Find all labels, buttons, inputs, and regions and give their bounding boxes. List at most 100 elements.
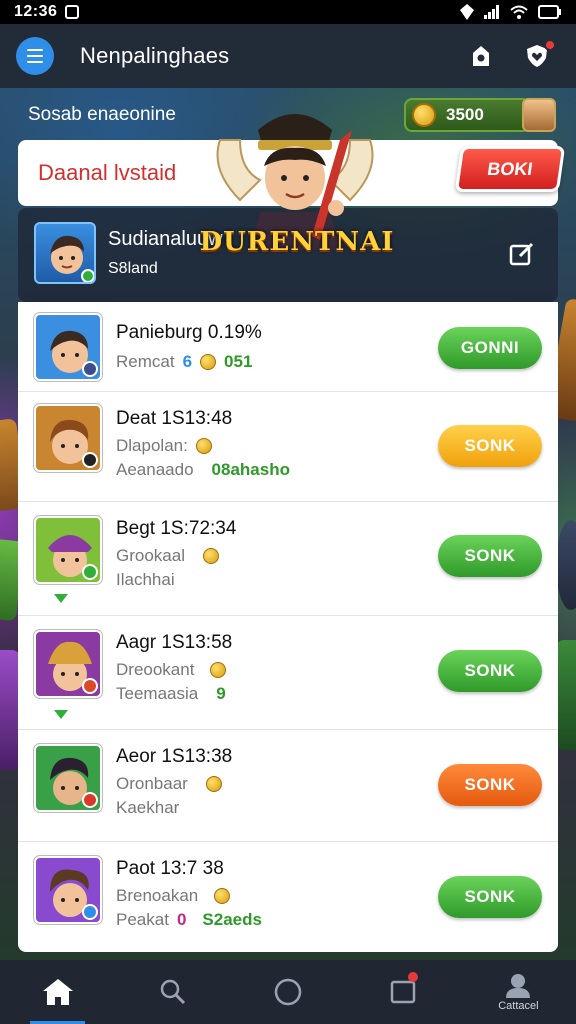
banner-button[interactable]: BOKI bbox=[454, 146, 566, 192]
notifications-button[interactable] bbox=[522, 39, 556, 71]
row-detail-secondary: Teemaasia 9 bbox=[116, 684, 226, 704]
edit-icon bbox=[509, 242, 534, 266]
row-detail-label: Dreookant bbox=[116, 660, 195, 679]
coin-icon bbox=[214, 888, 231, 904]
row-title: Aagr 1S13:58 bbox=[116, 632, 233, 653]
row-detail-label: Teemaasia bbox=[116, 684, 199, 703]
row-badge-icon bbox=[82, 792, 98, 808]
signal-icon bbox=[484, 5, 499, 19]
row-detail: Oronbaar bbox=[116, 774, 222, 794]
row-detail-value: 08ahasho bbox=[211, 460, 290, 479]
menu-button[interactable] bbox=[16, 37, 54, 75]
row-detail-value: 051 bbox=[224, 352, 253, 371]
row-avatar bbox=[34, 856, 102, 924]
row-detail-label: Dlapolan: bbox=[116, 436, 188, 455]
profile-subtitle: S8land bbox=[108, 260, 158, 277]
search-icon bbox=[160, 979, 185, 1005]
list-item[interactable]: Aagr 1S13:58 Dreookant Teemaasia 9 SONK bbox=[18, 616, 558, 730]
list-item[interactable]: Paot 13:7 38 Brenoakan Peakat 0 S2aeds S… bbox=[18, 842, 558, 952]
coin-icon bbox=[202, 548, 219, 564]
home-icon bbox=[42, 979, 73, 1005]
nav-search[interactable] bbox=[115, 960, 230, 1024]
status-time: 12:36 bbox=[14, 3, 58, 20]
row-detail-label: Grookaal bbox=[116, 546, 185, 565]
profile-icon bbox=[506, 974, 531, 998]
row-action-button[interactable]: SONK bbox=[438, 535, 542, 577]
row-detail-secondary: Kaekhar bbox=[116, 798, 179, 818]
expand-indicator-icon bbox=[54, 594, 68, 603]
row-detail-label: Peakat bbox=[116, 910, 169, 929]
row-detail-secondary: Ilachhai bbox=[116, 570, 175, 590]
coin-balance[interactable]: 3500 bbox=[404, 98, 530, 132]
row-detail-label: Ilachhai bbox=[116, 570, 175, 589]
event-list: Panieburg 0.19% Remcat 6 051 GONNI Deat … bbox=[18, 302, 558, 952]
row-title: Paot 13:7 38 bbox=[116, 858, 224, 879]
row-detail-label: Brenoakan bbox=[116, 886, 199, 905]
row-action-button[interactable]: SONK bbox=[438, 650, 542, 692]
app-title: Nenpalinghaes bbox=[80, 43, 230, 68]
circle-icon bbox=[274, 978, 302, 1006]
row-badge-icon bbox=[82, 452, 98, 468]
row-detail: Remcat 6 051 bbox=[116, 352, 252, 372]
shop-button[interactable] bbox=[466, 41, 496, 71]
row-detail: Grookaal bbox=[116, 546, 219, 566]
row-action-button[interactable]: SONK bbox=[438, 764, 542, 806]
row-detail-label: Aeanaado bbox=[116, 460, 194, 479]
status-bar: 12:36 bbox=[0, 0, 576, 24]
row-avatar bbox=[34, 630, 102, 698]
row-badge-icon bbox=[82, 361, 98, 377]
row-detail: Brenoakan bbox=[116, 886, 231, 906]
nav-circle[interactable] bbox=[230, 960, 345, 1024]
row-avatar bbox=[34, 313, 102, 381]
row-detail-secondary: Aeanaado 08ahasho bbox=[116, 460, 290, 480]
coin-value: 3500 bbox=[446, 105, 484, 124]
notification-app-icon bbox=[65, 5, 80, 19]
status-icons bbox=[460, 4, 562, 20]
profile-thumbnail[interactable] bbox=[522, 98, 556, 132]
coin-icon bbox=[412, 103, 436, 127]
row-detail-label: Kaekhar bbox=[116, 798, 180, 817]
row-title: Begt 1S:72:34 bbox=[116, 518, 237, 539]
row-avatar bbox=[34, 404, 102, 472]
row-action-button[interactable]: GONNI bbox=[438, 327, 542, 369]
row-detail-secondary: Peakat 0 S2aeds bbox=[116, 910, 262, 930]
list-item[interactable]: Aeor 1S13:38 Oronbaar Kaekhar SONK bbox=[18, 730, 558, 842]
profile-avatar[interactable] bbox=[34, 222, 96, 284]
row-title: Deat 1S13:48 bbox=[116, 408, 233, 429]
nav-notification-dot bbox=[407, 972, 418, 982]
list-item[interactable]: Begt 1S:72:34 Grookaal Ilachhai SONK bbox=[18, 502, 558, 616]
app-bar: Nenpalinghaes bbox=[0, 24, 576, 88]
row-action-button[interactable]: SONK bbox=[438, 876, 542, 918]
nav-inbox[interactable] bbox=[346, 960, 461, 1024]
app-actions bbox=[466, 39, 560, 71]
row-detail-label: Remcat bbox=[116, 352, 175, 371]
avatar-face-icon bbox=[50, 235, 94, 282]
row-detail-value: 9 bbox=[216, 684, 226, 703]
row-badge-icon bbox=[82, 564, 98, 580]
coin-icon bbox=[200, 354, 217, 370]
nav-home[interactable] bbox=[0, 960, 115, 1024]
row-action-button[interactable]: SONK bbox=[438, 425, 542, 467]
coin-icon bbox=[205, 776, 222, 792]
list-item[interactable]: Panieburg 0.19% Remcat 6 051 GONNI bbox=[18, 302, 558, 392]
row-detail-value: S2aeds bbox=[202, 910, 262, 929]
row-badge-icon bbox=[82, 904, 98, 920]
coin-icon bbox=[195, 438, 212, 454]
list-item[interactable]: Deat 1S13:48 Dlapolan: Aeanaado 08ahasho… bbox=[18, 392, 558, 502]
nav-profile[interactable]: Cattacel bbox=[461, 960, 576, 1024]
row-detail-label: Oronbaar bbox=[116, 774, 188, 793]
row-title: Panieburg 0.19% bbox=[116, 322, 262, 343]
notification-dot bbox=[544, 39, 556, 51]
row-avatar bbox=[34, 744, 102, 812]
shop-icon bbox=[473, 46, 489, 66]
wifi-icon bbox=[510, 5, 528, 19]
expand-indicator-icon bbox=[54, 710, 68, 719]
row-detail-number: 6 bbox=[182, 352, 193, 371]
section-label: Sosab enaeonine bbox=[28, 104, 176, 125]
edit-button[interactable] bbox=[508, 240, 536, 268]
row-title: Aeor 1S13:38 bbox=[116, 746, 233, 767]
row-detail: Dlapolan: bbox=[116, 436, 212, 456]
row-badge-icon bbox=[82, 678, 98, 694]
banner-text: Daanal lvstaid bbox=[38, 160, 177, 185]
background-decoration bbox=[0, 650, 20, 770]
